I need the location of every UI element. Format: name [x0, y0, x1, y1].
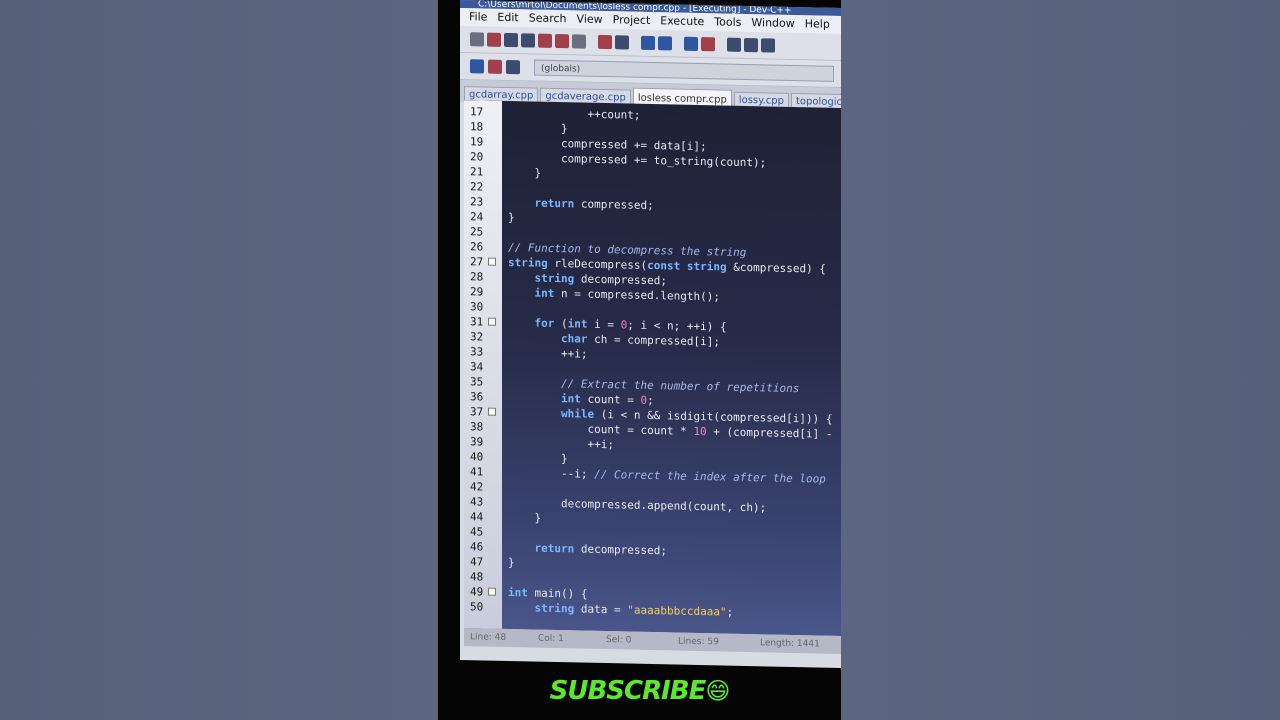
line-number: 34: [470, 360, 484, 374]
line-number: 50: [470, 600, 484, 614]
fold-toggle-icon[interactable]: [488, 407, 496, 416]
fold-toggle-icon[interactable]: [488, 587, 496, 596]
open-file-icon[interactable]: [487, 32, 501, 47]
code-text: }: [508, 211, 515, 225]
menu-item-edit[interactable]: Edit: [492, 9, 523, 28]
code-text: }: [508, 511, 542, 525]
status-length: Length: 1441: [760, 638, 820, 650]
line-number: 24: [470, 210, 484, 224]
menu-item-help[interactable]: Help: [800, 15, 835, 34]
redo-icon[interactable]: [615, 35, 629, 50]
ide-window: C:\Users\mrtol\Documents\losless compr.c…: [460, 0, 841, 668]
line-number: 25: [470, 225, 484, 239]
code-text: ++i;: [508, 346, 588, 361]
close-all-icon[interactable]: [555, 33, 569, 49]
line-number: 31: [470, 315, 484, 329]
menu-item-view[interactable]: View: [572, 10, 608, 29]
close-icon[interactable]: [538, 33, 552, 48]
line-number: 46: [470, 540, 484, 554]
line-number: 37: [470, 405, 484, 419]
line-number: 18: [470, 120, 484, 134]
scope-dropdown[interactable]: (globals): [534, 59, 834, 82]
menu-item-window[interactable]: Window: [746, 14, 799, 33]
goto-icon[interactable]: [684, 36, 698, 51]
bookmark-icon[interactable]: [701, 37, 715, 52]
code-text: }: [508, 166, 542, 180]
new-file-icon[interactable]: [470, 32, 484, 47]
fold-toggle-icon[interactable]: [488, 257, 496, 266]
line-number: 48: [470, 570, 484, 584]
line-number: 20: [470, 150, 484, 164]
line-number: 29: [470, 285, 484, 299]
menu-item-search[interactable]: Search: [524, 9, 572, 28]
line-number: 40: [470, 450, 484, 464]
line-number: 49: [470, 585, 484, 599]
fold-toggle-icon[interactable]: [488, 317, 496, 326]
save-icon[interactable]: [504, 32, 518, 48]
indent-icon[interactable]: [727, 37, 741, 52]
line-number: 19: [470, 135, 484, 149]
toggle-bookmark-icon[interactable]: [506, 59, 520, 75]
line-number: 35: [470, 375, 484, 389]
menu-item-execute[interactable]: Execute: [655, 12, 709, 31]
code-editor[interactable]: 17 ++count; 18 } 19 compressed += data[i];…: [464, 100, 841, 636]
line-number: 33: [470, 345, 484, 359]
line-number: 45: [470, 525, 484, 539]
line-number: 43: [470, 495, 484, 509]
status-sel: Sel: 0: [606, 635, 632, 646]
line-number: 39: [470, 435, 484, 449]
line-number: 36: [470, 390, 484, 404]
line-number: 44: [470, 510, 484, 524]
line-number: 42: [470, 480, 484, 494]
line-number: 22: [470, 180, 484, 194]
code-text: }: [508, 451, 568, 466]
save-all-icon[interactable]: [521, 33, 535, 48]
line-number: 21: [470, 165, 484, 179]
line-number: 27: [470, 255, 484, 269]
code-text: int main() {: [508, 586, 588, 601]
undo-icon[interactable]: [598, 34, 612, 50]
code-text: }: [508, 121, 568, 136]
insert-icon[interactable]: [488, 59, 502, 74]
status-lines: Lines: 59: [678, 636, 719, 648]
line-number: 28: [470, 270, 484, 284]
line-number: 23: [470, 195, 484, 209]
phone-frame: C:\Users\mrtol\Documents\losless compr.c…: [438, 0, 841, 720]
line-number: 38: [470, 420, 484, 434]
status-col: Col: 1: [538, 633, 564, 645]
menu-item-file[interactable]: File: [464, 8, 492, 27]
menu-item-project[interactable]: Project: [608, 11, 656, 30]
menu-item-tools[interactable]: Tools: [709, 13, 746, 32]
print-icon[interactable]: [572, 34, 586, 49]
line-number: 32: [470, 330, 484, 344]
line-number: 17: [470, 105, 484, 119]
class-browser-icon[interactable]: [470, 59, 484, 74]
code-text: }: [508, 556, 515, 570]
line-number: 30: [470, 300, 484, 314]
unindent-icon[interactable]: [744, 37, 758, 53]
status-line: Line: 48: [470, 632, 507, 643]
background-right: [841, 0, 1280, 720]
line-number: 26: [470, 240, 484, 254]
line-number: 47: [470, 555, 484, 569]
grin-emoji-icon: 😄: [705, 677, 730, 705]
subscribe-overlay: SUBSCRIBE😄: [438, 676, 841, 706]
background-left: [0, 0, 438, 720]
replace-icon[interactable]: [658, 36, 672, 51]
find-icon[interactable]: [641, 35, 655, 51]
toggle-icon[interactable]: [761, 38, 775, 53]
subscribe-text: SUBSCRIBE: [549, 676, 707, 706]
line-number: 41: [470, 465, 484, 479]
